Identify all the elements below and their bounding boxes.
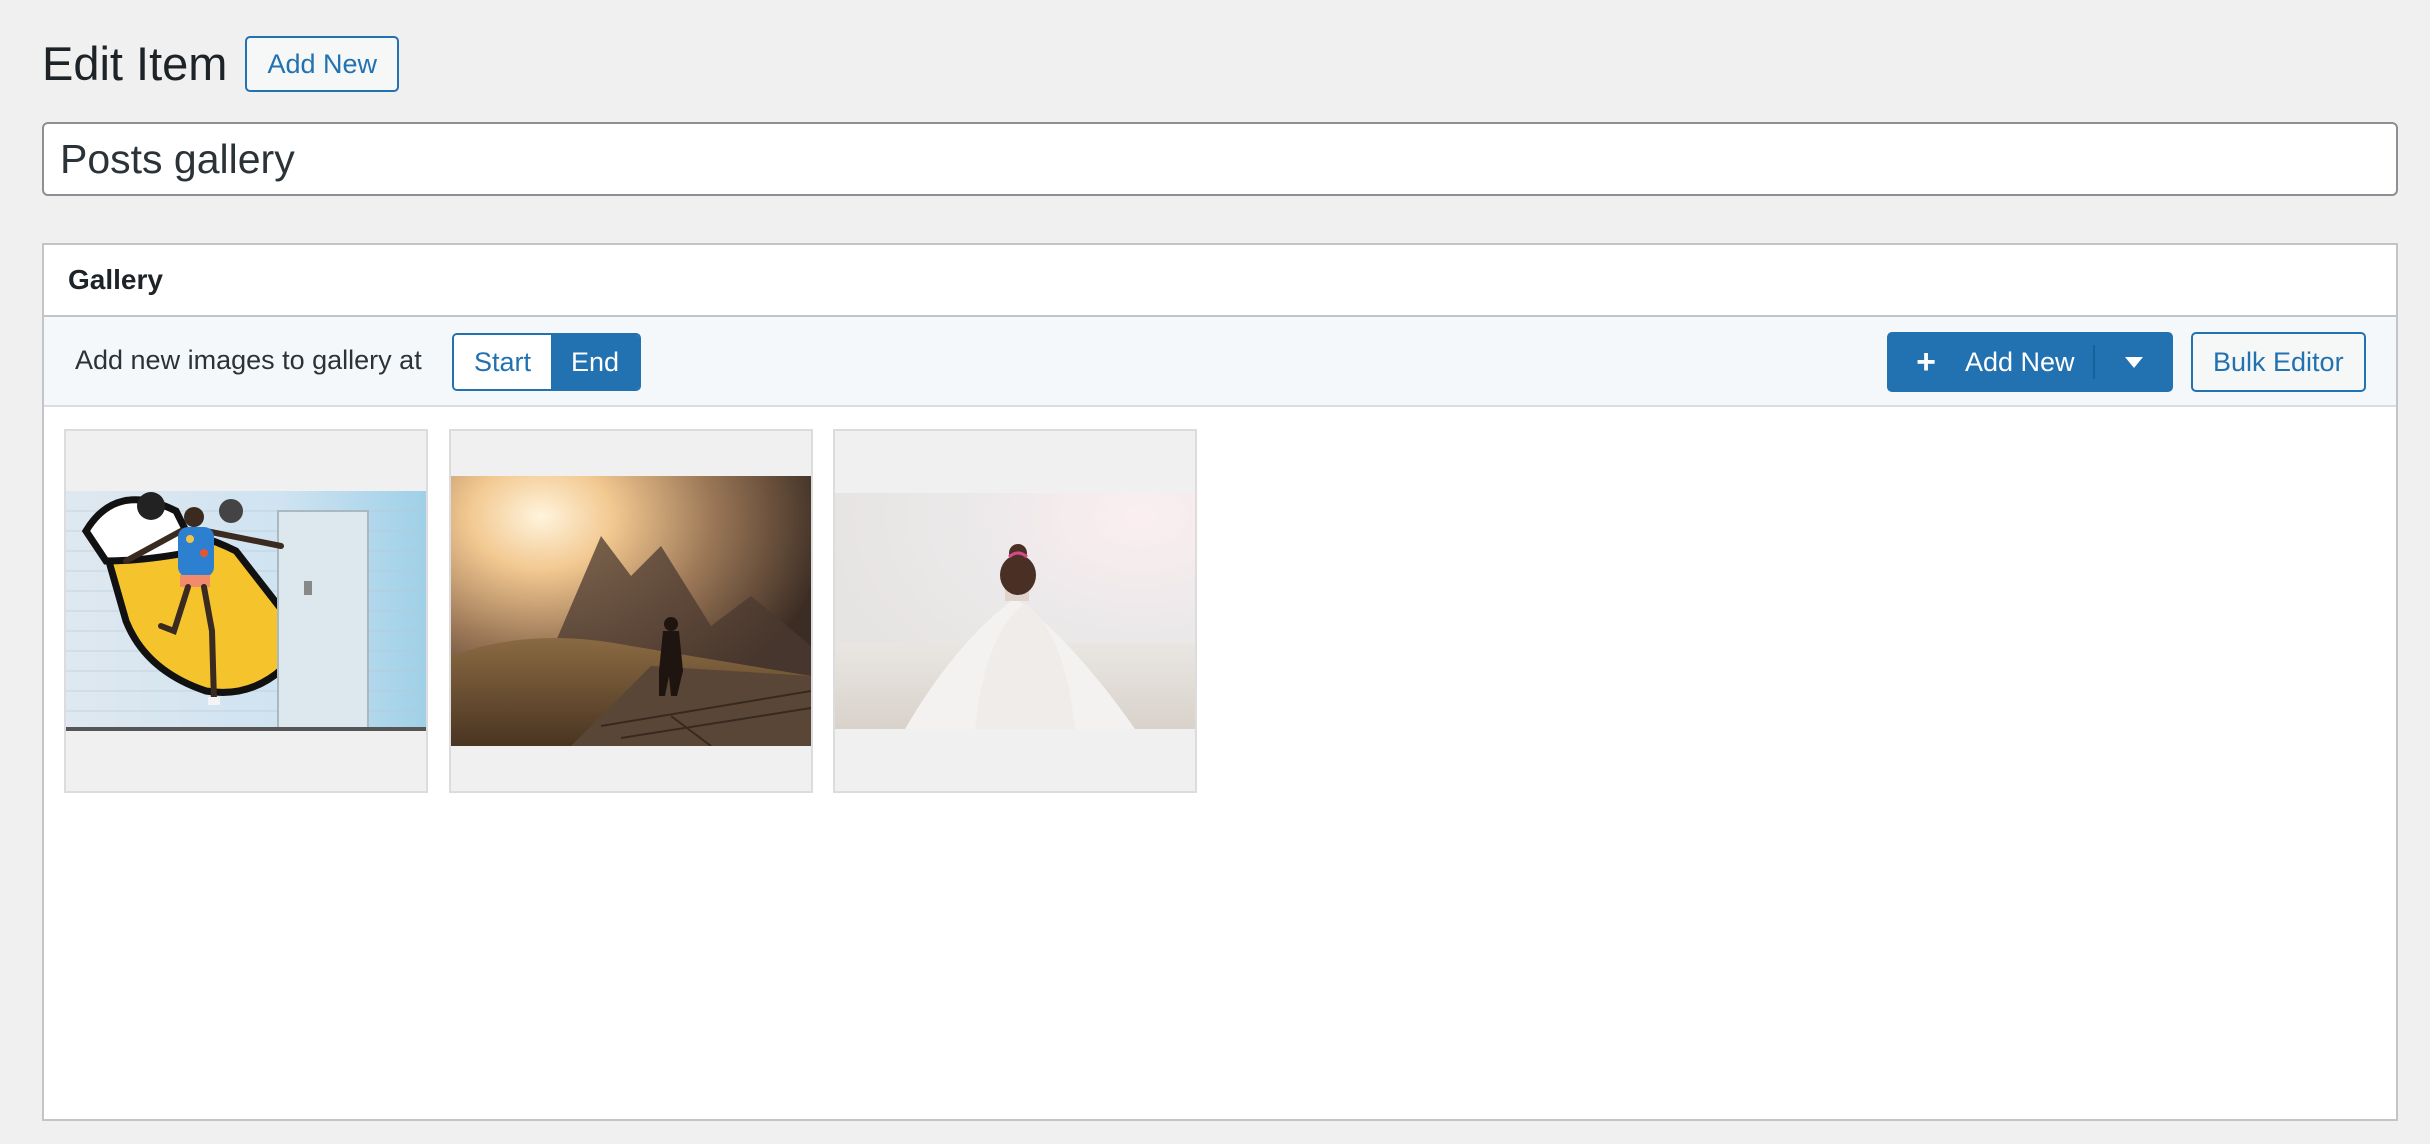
graffiti-wall-image [66,491,426,731]
gallery-toolbar: Add new images to gallery at Start End +… [44,317,2396,407]
gallery-box-title: Gallery [68,264,163,295]
caret-down-icon [2124,356,2143,368]
position-end-button[interactable]: End [551,335,640,389]
page-header: Edit Item Add New [42,34,400,94]
post-title-input[interactable] [42,122,2398,196]
add-new-images-label: Add New [1965,346,2075,377]
plus-icon: + [1916,343,1936,381]
gallery-thumbnail[interactable] [449,429,813,793]
gallery-box-header: Gallery [44,245,2396,317]
mountain-sunset-image [451,476,811,746]
bulk-editor-button[interactable]: Bulk Editor [2191,332,2366,392]
gallery-thumbnail[interactable] [833,429,1197,793]
add-new-images-button[interactable]: + Add New [1887,332,2093,392]
split-divider [2092,345,2095,379]
position-start-button[interactable]: Start [454,335,552,389]
gallery-thumbnail[interactable] [64,429,428,793]
gallery-box: Gallery Add new images to gallery at Sta… [42,243,2398,1121]
add-new-dropdown-toggle[interactable] [2095,332,2173,392]
page-title: Edit Item [42,37,228,90]
woman-in-fog-image [835,493,1195,729]
insert-position-label: Add new images to gallery at [75,345,422,375]
add-new-item-button[interactable]: Add New [245,36,400,92]
add-new-images-split-button: + Add New [1887,332,2173,392]
insert-position-toggle: Start End [452,333,642,391]
